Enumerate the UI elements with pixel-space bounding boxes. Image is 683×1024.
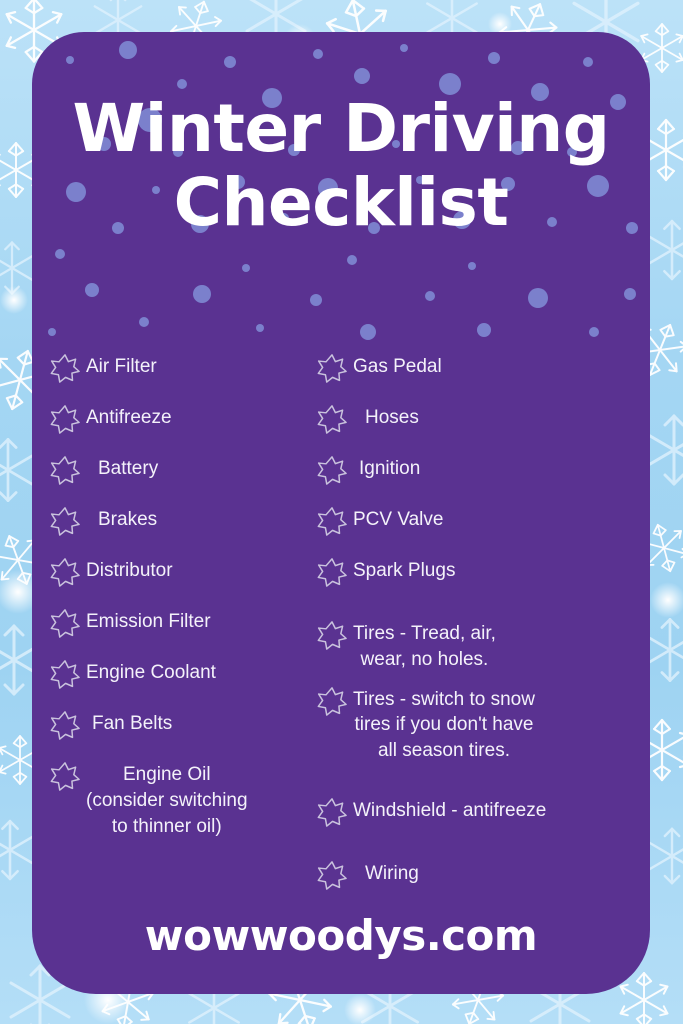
title-line-1: Winter Driving — [72, 90, 610, 167]
list-item[interactable]: Battery — [50, 452, 335, 485]
star-burst-icon — [50, 455, 80, 485]
purple-card: Winter Driving Checklist Air Filter Anti… — [32, 32, 650, 994]
star-burst-icon — [317, 506, 347, 536]
website-url-label: wowwoodys.com — [144, 911, 538, 960]
list-item[interactable]: Hoses — [317, 401, 647, 434]
list-item[interactable]: Fan Belts — [50, 707, 335, 740]
list-item[interactable]: Air Filter — [50, 350, 335, 383]
checklist-column-right: Gas Pedal Hoses Ignition PCV Valve Spark… — [317, 350, 647, 908]
list-item-label: Engine Coolant — [86, 662, 216, 683]
title-line-2: Checklist — [173, 163, 509, 241]
checklist-column-left: Air Filter Antifreeze Battery Brakes Dis… — [50, 350, 335, 857]
checklist-columns: Air Filter Antifreeze Battery Brakes Dis… — [32, 350, 650, 930]
star-burst-icon — [317, 455, 347, 485]
list-item[interactable]: Tires - Tread, air, wear, no holes. — [317, 617, 647, 673]
star-burst-icon — [317, 404, 347, 434]
star-burst-icon — [50, 404, 80, 434]
star-burst-icon — [50, 506, 80, 536]
list-item[interactable]: Wiring — [317, 857, 647, 890]
list-item[interactable]: Engine Oil (consider switching to thinne… — [50, 758, 335, 839]
star-burst-icon — [317, 353, 347, 383]
star-burst-icon — [50, 659, 80, 689]
star-burst-icon — [50, 557, 80, 587]
list-item[interactable]: Emission Filter — [50, 605, 335, 638]
list-item[interactable]: Gas Pedal — [317, 350, 647, 383]
list-item-label: PCV Valve — [353, 509, 444, 530]
list-item[interactable]: Brakes — [50, 503, 335, 536]
star-burst-icon — [317, 797, 347, 827]
footer-website[interactable]: wowwoodys.com — [32, 911, 650, 960]
star-burst-icon — [317, 557, 347, 587]
list-item-label: Air Filter — [86, 356, 157, 377]
list-item-label: Distributor — [86, 560, 173, 581]
list-item-label: Tires - Tread, air, wear, no holes. — [353, 623, 496, 670]
page-title: Winter Driving Checklist — [32, 92, 650, 240]
star-burst-icon — [317, 620, 347, 650]
star-burst-icon — [50, 353, 80, 383]
list-item-label: Gas Pedal — [353, 356, 442, 377]
winter-driving-checklist-poster: Winter Driving Checklist Air Filter Anti… — [0, 0, 683, 1024]
list-item-label: Tires - switch to snow tires if you don'… — [353, 688, 535, 762]
list-item-label: Antifreeze — [86, 407, 172, 428]
star-burst-icon — [50, 608, 80, 638]
list-item-label: Engine Oil (consider switching to thinne… — [86, 764, 248, 837]
list-item-label: Battery — [98, 458, 159, 479]
list-item[interactable]: Windshield - antifreeze — [317, 794, 647, 827]
star-burst-icon — [317, 860, 347, 890]
list-item[interactable]: Ignition — [317, 452, 647, 485]
list-item[interactable]: Engine Coolant — [50, 656, 335, 689]
list-item[interactable]: Spark Plugs — [317, 554, 647, 587]
list-item-label: Windshield - antifreeze — [353, 800, 547, 822]
list-item[interactable]: PCV Valve — [317, 503, 647, 536]
list-item-label: Spark Plugs — [353, 560, 456, 581]
list-item-label: Hoses — [365, 407, 419, 428]
list-item-label: Ignition — [359, 458, 421, 479]
list-item[interactable]: Distributor — [50, 554, 335, 587]
star-burst-icon — [50, 710, 80, 740]
list-item-label: Brakes — [98, 509, 158, 530]
list-item[interactable]: Tires - switch to snow tires if you don'… — [317, 683, 647, 764]
star-burst-icon — [317, 686, 347, 716]
list-item-label: Fan Belts — [92, 713, 173, 734]
list-item-label: Wiring — [365, 863, 419, 885]
star-burst-icon — [50, 761, 80, 791]
list-item-label: Emission Filter — [86, 611, 211, 632]
list-item[interactable]: Antifreeze — [50, 401, 335, 434]
